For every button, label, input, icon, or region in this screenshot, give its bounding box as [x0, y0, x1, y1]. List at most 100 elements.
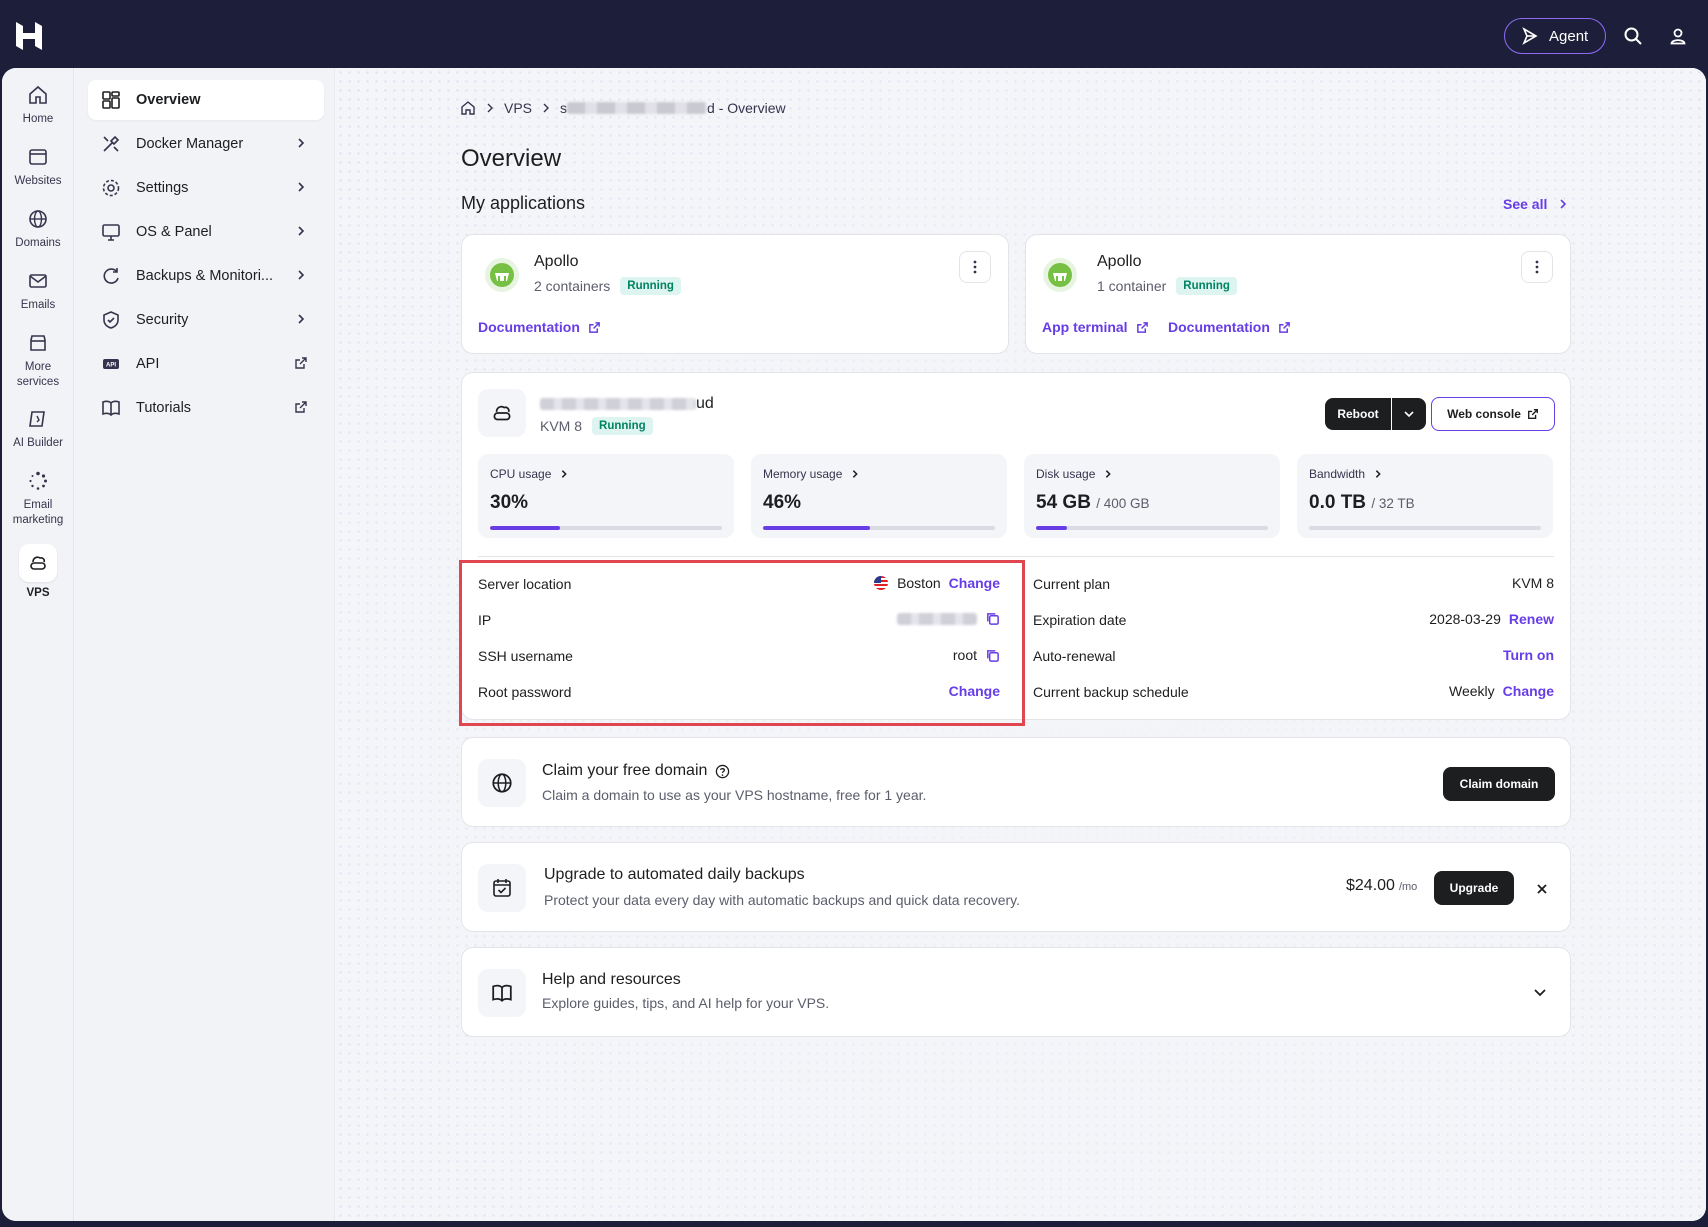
external-link-icon	[295, 401, 307, 413]
bandwidth-card[interactable]: Bandwidth 0.0 TB / 32 TB	[1297, 454, 1553, 538]
status-badge: Running	[620, 277, 681, 295]
price-period: /mo	[1398, 881, 1418, 893]
subnav-label: Settings	[136, 180, 189, 196]
subnav-label: API	[136, 356, 160, 372]
rail-item-email-marketing[interactable]: Email marketing	[2, 470, 74, 528]
usage-bar-fill	[1036, 526, 1068, 530]
detail-label: IP	[478, 612, 492, 628]
top-bar: Agent	[0, 0, 1708, 68]
claim-title: Claim your free domain	[542, 762, 730, 780]
rail-item-ai-builder[interactable]: AI Builder	[2, 408, 74, 451]
search-button[interactable]	[1617, 20, 1649, 52]
app-menu-button[interactable]	[959, 251, 991, 283]
dismiss-button[interactable]	[1532, 879, 1552, 899]
ip-value	[897, 611, 1000, 626]
copy-icon[interactable]	[985, 648, 1000, 663]
turn-on-link[interactable]: Turn on	[1503, 647, 1554, 663]
rail-item-websites[interactable]: Websites	[2, 146, 74, 189]
vps-subnav: Overview Docker Manager Settings OS & Pa…	[75, 68, 335, 1221]
rail-item-vps[interactable]: VPS	[2, 544, 74, 601]
rail-label: More services	[16, 361, 60, 388]
dashboard-icon	[102, 91, 120, 109]
rail-label: VPS	[26, 587, 50, 599]
app-name: Apollo	[1097, 253, 1142, 270]
usage-bar-fill	[490, 526, 560, 530]
breadcrumb-vps[interactable]: VPS	[504, 100, 532, 116]
section-title-applications: My applications	[461, 193, 586, 213]
server-location-value: Boston Change	[873, 575, 1000, 591]
subnav-item-settings[interactable]: Settings	[88, 168, 324, 208]
server-cloud-icon	[493, 405, 511, 421]
rail-item-home[interactable]: Home	[2, 84, 74, 127]
agent-button[interactable]: Agent	[1504, 18, 1606, 54]
more-vertical-icon	[1535, 260, 1539, 274]
subnav-item-os-panel[interactable]: OS & Panel	[88, 212, 324, 252]
subnav-item-backups-monitoring[interactable]: Backups & Monitori...	[88, 256, 324, 296]
refresh-icon	[103, 268, 119, 284]
memory-usage-card[interactable]: Memory usage 46%	[751, 454, 1007, 538]
copy-icon[interactable]	[985, 611, 1000, 626]
chevron-right-icon	[298, 138, 305, 148]
change-password-link[interactable]: Change	[949, 683, 1000, 699]
subnav-item-docker-manager[interactable]: Docker Manager	[88, 124, 324, 164]
close-icon	[1537, 884, 1547, 894]
change-location-link[interactable]: Change	[949, 575, 1000, 591]
see-all-link[interactable]: See all	[1503, 196, 1569, 212]
stat-value: 46%	[763, 492, 802, 513]
documentation-link[interactable]: Documentation	[478, 319, 601, 335]
detail-label: Current backup schedule	[1033, 684, 1189, 700]
primary-rail: Home Websites Domains Emails More servic…	[2, 68, 74, 1221]
help-circle-icon[interactable]	[715, 764, 730, 779]
subnav-item-overview[interactable]: Overview	[88, 80, 324, 120]
expand-help-button[interactable]	[1532, 984, 1548, 1005]
active-indicator	[19, 544, 57, 582]
claim-domain-button[interactable]: Claim domain	[1443, 767, 1555, 801]
cpu-usage-card[interactable]: CPU usage 30%	[478, 454, 734, 538]
usage-bar	[490, 526, 722, 530]
rail-item-domains[interactable]: Domains	[2, 208, 74, 251]
book-icon-box	[478, 969, 526, 1017]
external-link-icon	[589, 321, 600, 333]
reboot-button[interactable]: Reboot	[1325, 398, 1391, 430]
rail-label: AI Builder	[13, 437, 63, 449]
status-badge: Running	[592, 417, 653, 435]
hostinger-logo[interactable]	[14, 20, 44, 52]
apollo-logo-icon	[1043, 258, 1077, 292]
subnav-item-security[interactable]: Security	[88, 300, 324, 340]
rail-item-more-services[interactable]: More services	[2, 332, 74, 390]
home-icon[interactable]	[460, 100, 476, 116]
app-menu-button[interactable]	[1521, 251, 1553, 283]
server-meta: KVM 8 Running	[540, 417, 653, 435]
svg-text:API: API	[106, 363, 116, 369]
account-button[interactable]	[1662, 20, 1694, 52]
rail-label: Email marketing	[12, 499, 64, 526]
chevron-right-icon	[543, 103, 550, 113]
subnav-label: OS & Panel	[136, 224, 212, 240]
documentation-link[interactable]: Documentation	[1168, 319, 1291, 335]
ssh-username-value: root	[953, 647, 1000, 663]
disk-usage-card[interactable]: Disk usage 54 GB / 400 GB	[1024, 454, 1280, 538]
app-name: Apollo	[534, 253, 579, 270]
subnav-item-tutorials[interactable]: Tutorials	[88, 388, 324, 428]
rail-item-emails[interactable]: Emails	[2, 270, 74, 313]
browser-icon	[29, 149, 47, 165]
spinner-dots-icon	[29, 471, 47, 490]
hostname-suffix: ud	[696, 395, 714, 412]
change-backup-link[interactable]: Change	[1503, 683, 1554, 699]
status-badge: Running	[1176, 277, 1237, 295]
renew-link[interactable]: Renew	[1509, 611, 1554, 627]
help-resources-card[interactable]: Help and resources Explore guides, tips,…	[461, 947, 1571, 1037]
web-console-label: Web console	[1447, 407, 1521, 421]
claim-title-text: Claim your free domain	[542, 762, 708, 779]
subnav-label: Security	[136, 312, 189, 328]
reboot-options-button[interactable]	[1392, 398, 1426, 430]
calendar-check-icon	[493, 879, 511, 897]
subnav-item-api[interactable]: API API	[88, 344, 324, 384]
app-card: Apollo 2 containers Running Documentatio…	[461, 234, 1009, 354]
app-terminal-link[interactable]: App terminal	[1042, 319, 1149, 335]
book-icon	[492, 984, 512, 1002]
upgrade-button[interactable]: Upgrade	[1434, 871, 1514, 905]
web-console-button[interactable]: Web console	[1431, 397, 1555, 431]
container-count: 1 container	[1097, 278, 1167, 294]
upgrade-label: Upgrade	[1449, 881, 1499, 895]
